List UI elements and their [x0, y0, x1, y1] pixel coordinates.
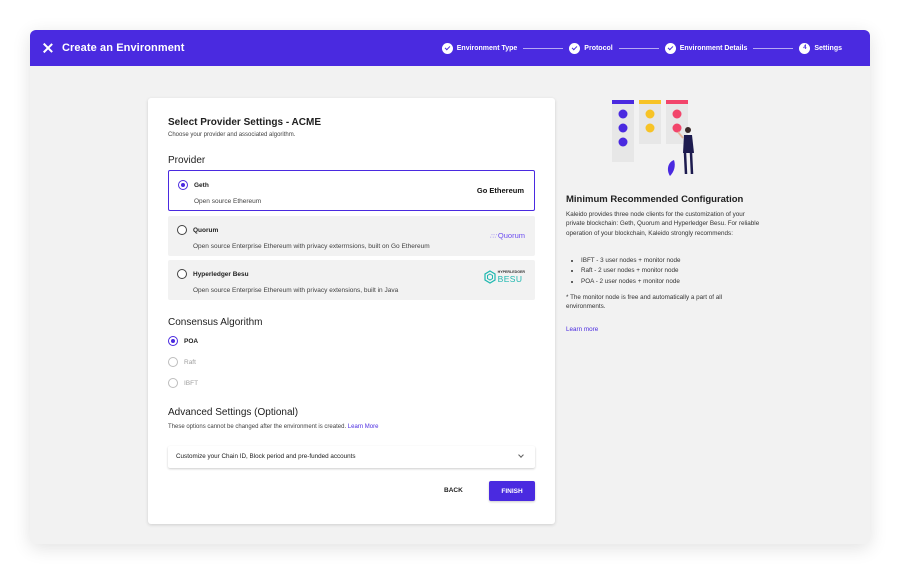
- recommendation-list: IBFT - 3 user nodes + monitor node Raft …: [581, 256, 680, 287]
- step-connector: [523, 47, 564, 49]
- radio-disabled-icon: [168, 357, 178, 367]
- step-environment-details: Environment Details: [664, 42, 748, 54]
- provider-option-quorum[interactable]: Quorum Open source Enterprise Ethereum w…: [168, 216, 535, 256]
- provider-name: Quorum: [193, 227, 219, 234]
- step-environment-type: Environment Type: [441, 42, 518, 54]
- advanced-heading: Advanced Settings (Optional): [168, 407, 299, 418]
- finish-button[interactable]: FINISH: [489, 481, 535, 501]
- provider-name: Hyperledger Besu: [193, 271, 249, 278]
- back-button[interactable]: BACK: [444, 487, 463, 494]
- top-bar: Create an Environment Environment Type P…: [30, 30, 870, 66]
- quorum-logo-text: Quorum: [497, 231, 525, 240]
- radio-selected-icon[interactable]: [168, 336, 178, 346]
- advanced-text: These options cannot be changed after th…: [168, 424, 347, 430]
- monitor-note: * The monitor node is free and automatic…: [566, 294, 722, 311]
- step-label: Settings: [814, 44, 842, 52]
- environment-wizard-window: Create an Environment Environment Type P…: [30, 30, 870, 544]
- step-settings: 4 Settings: [799, 42, 842, 54]
- list-item: Raft - 2 user nodes + monitor node: [581, 266, 680, 276]
- step-connector: [618, 47, 659, 49]
- radio-selected-icon[interactable]: [178, 180, 188, 190]
- consensus-label: Raft: [184, 358, 196, 366]
- list-item: POA - 2 user nodes + monitor node: [581, 277, 680, 287]
- card-subtitle: Choose your provider and associated algo…: [168, 132, 296, 138]
- learn-more-link[interactable]: Learn more: [566, 326, 598, 333]
- provider-option-hyperledger-besu[interactable]: Hyperledger Besu Open source Enterprise …: [168, 260, 535, 300]
- check-icon: [569, 42, 581, 54]
- close-icon[interactable]: [43, 43, 53, 53]
- radio-unselected-icon[interactable]: [177, 225, 187, 235]
- provider-description: Open source Enterprise Ethereum with pri…: [193, 287, 399, 294]
- step-label: Protocol: [584, 44, 613, 52]
- step-number: 4: [799, 42, 811, 54]
- consensus-label: IBFT: [184, 379, 199, 387]
- check-icon: [441, 42, 453, 54]
- step-protocol: Protocol: [569, 42, 613, 54]
- learn-more-link[interactable]: Learn More: [348, 424, 379, 430]
- quorum-logo: ∴∵ Quorum: [490, 231, 525, 240]
- consensus-option-raft: Raft: [168, 357, 196, 367]
- stepper: Environment Type Protocol Environment De…: [441, 30, 842, 66]
- wizard-title: Create an Environment: [62, 42, 185, 54]
- provider-heading: Provider: [168, 155, 206, 166]
- list-item: IBFT - 3 user nodes + monitor node: [581, 256, 680, 266]
- consensus-label: POA: [184, 337, 199, 345]
- provider-option-geth[interactable]: Geth Open source Ethereum Go Ethereum: [168, 170, 535, 211]
- provider-description: Open source Enterprise Ethereum with pri…: [193, 243, 430, 250]
- radio-unselected-icon[interactable]: [177, 269, 187, 279]
- recommendation-title: Minimum Recommended Configuration: [566, 194, 744, 205]
- accordion-label: Customize your Chain ID, Block period an…: [176, 453, 356, 460]
- consensus-option-ibft: IBFT: [168, 378, 198, 388]
- chevron-down-icon[interactable]: [518, 452, 524, 458]
- kanban-person-illustration: [612, 100, 694, 176]
- step-label: Environment Details: [679, 44, 748, 52]
- radio-disabled-icon: [168, 378, 178, 388]
- step-label: Environment Type: [456, 44, 518, 52]
- step-connector: [753, 47, 794, 49]
- provider-name: Geth: [194, 182, 209, 189]
- go-ethereum-logo: Go Ethereum: [476, 186, 524, 195]
- quorum-dots-icon: ∴∵: [490, 234, 498, 240]
- advanced-settings-accordion[interactable]: Customize your Chain ID, Block period an…: [168, 446, 535, 468]
- besu-logo: HYPERLEDGER BESU: [484, 270, 525, 284]
- provider-settings-card: Select Provider Settings - ACME Choose y…: [148, 98, 555, 524]
- besu-hex-icon: [484, 270, 496, 284]
- besu-logo-bottom: BESU: [497, 273, 523, 284]
- check-icon: [664, 42, 676, 54]
- provider-description: Open source Ethereum: [194, 198, 262, 205]
- recommendation-body: Kaleido provides three node clients for …: [566, 211, 760, 237]
- consensus-option-poa[interactable]: POA: [168, 336, 198, 346]
- advanced-description: These options cannot be changed after th…: [168, 424, 378, 430]
- card-title: Select Provider Settings - ACME: [168, 117, 321, 128]
- consensus-heading: Consensus Algorithm: [168, 317, 263, 328]
